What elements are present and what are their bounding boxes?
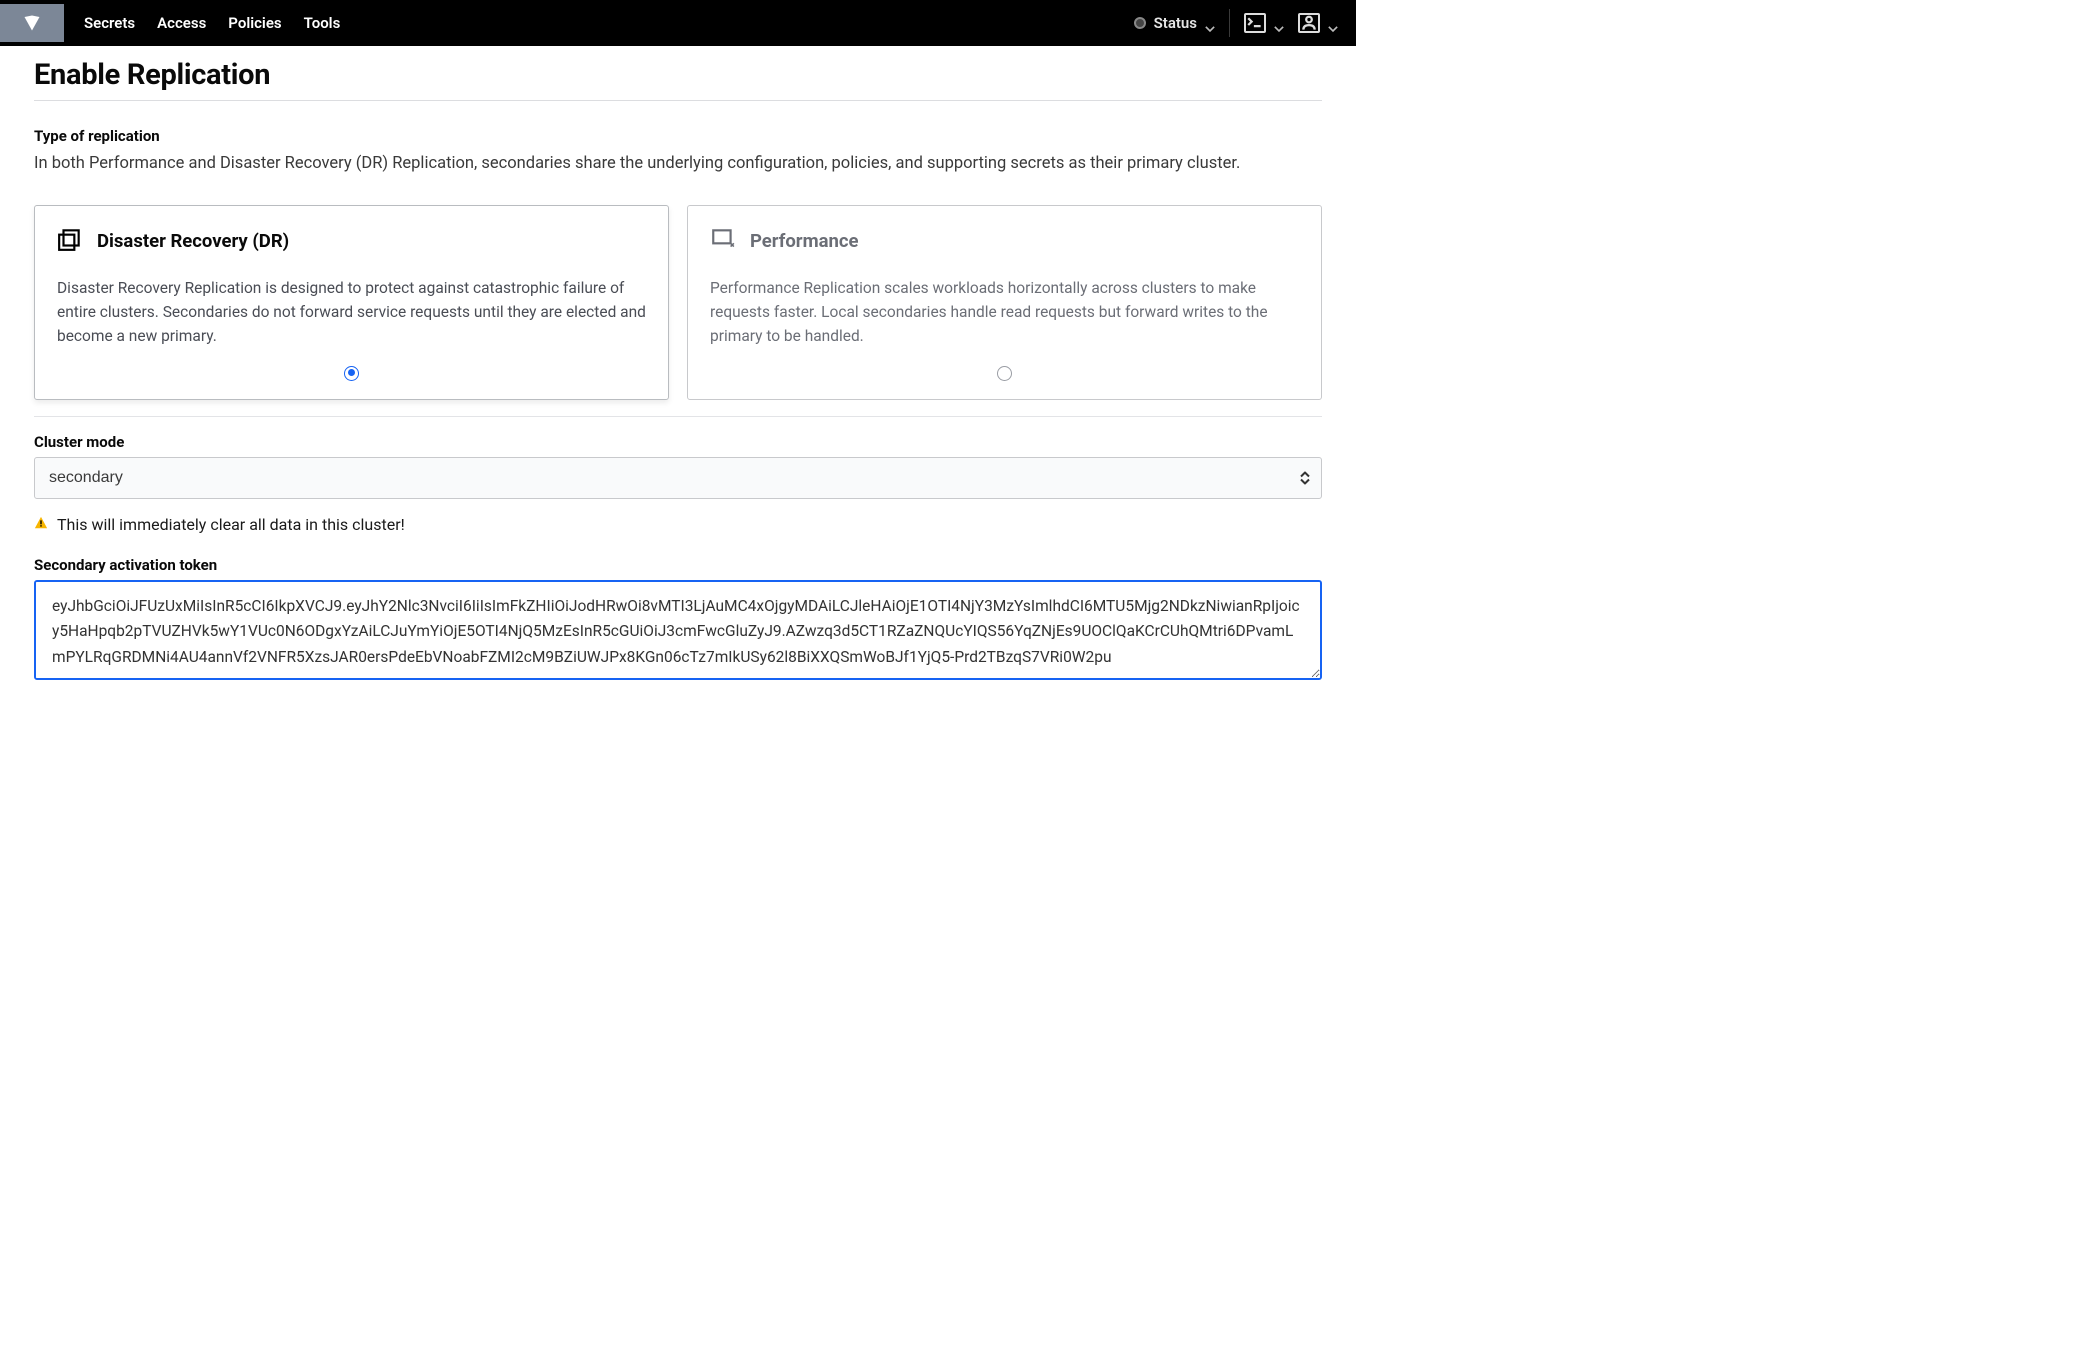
card-performance[interactable]: Performance Performance Replication scal…	[687, 205, 1322, 400]
cluster-mode-select[interactable]: secondary	[34, 457, 1322, 499]
nav-link-tools[interactable]: Tools	[304, 14, 341, 32]
card-dr-description: Disaster Recovery Replication is designe…	[57, 276, 646, 348]
nav-links: Secrets Access Policies Tools	[84, 14, 340, 32]
chevron-down-icon	[1205, 18, 1215, 28]
app-logo[interactable]	[0, 4, 64, 42]
page-title: Enable Replication	[34, 58, 1322, 92]
terminal-icon	[1244, 13, 1266, 33]
type-of-replication-description: In both Performance and Disaster Recover…	[34, 151, 1322, 177]
chevron-down-icon	[1274, 18, 1284, 28]
title-divider	[34, 100, 1322, 101]
activation-token-label: Secondary activation token	[34, 556, 1322, 574]
radio-performance[interactable]	[997, 366, 1012, 381]
status-label: Status	[1154, 14, 1197, 32]
warning-triangle-icon	[34, 515, 48, 534]
status-indicator-icon	[1134, 17, 1146, 29]
card-perf-title: Performance	[750, 230, 859, 252]
card-disaster-recovery[interactable]: Disaster Recovery (DR) Disaster Recovery…	[34, 205, 669, 400]
divider	[1229, 9, 1230, 37]
user-menu[interactable]	[1298, 13, 1338, 33]
replication-dr-icon	[57, 226, 83, 256]
main-content: Enable Replication Type of replication I…	[0, 46, 1356, 684]
warning-text: This will immediately clear all data in …	[57, 515, 405, 534]
nav-link-secrets[interactable]: Secrets	[84, 14, 135, 32]
section-divider	[34, 416, 1322, 417]
replication-type-cards: Disaster Recovery (DR) Disaster Recovery…	[34, 205, 1322, 400]
nav-right: Status	[1134, 9, 1338, 37]
nav-link-access[interactable]: Access	[157, 14, 206, 32]
chevron-down-icon	[1328, 18, 1338, 28]
top-navbar: Secrets Access Policies Tools Status	[0, 0, 1356, 46]
nav-link-policies[interactable]: Policies	[228, 14, 281, 32]
type-of-replication-label: Type of replication	[34, 127, 1322, 145]
warning-message: This will immediately clear all data in …	[34, 515, 1322, 534]
card-dr-title: Disaster Recovery (DR)	[97, 230, 289, 252]
user-icon	[1298, 13, 1320, 33]
console-menu[interactable]	[1244, 13, 1284, 33]
status-menu[interactable]: Status	[1134, 14, 1215, 32]
card-perf-description: Performance Replication scales workloads…	[710, 276, 1299, 348]
cluster-mode-label: Cluster mode	[34, 433, 1322, 451]
radio-dr[interactable]	[344, 366, 359, 381]
activation-token-input[interactable]	[34, 580, 1322, 680]
replication-performance-icon	[710, 226, 736, 256]
